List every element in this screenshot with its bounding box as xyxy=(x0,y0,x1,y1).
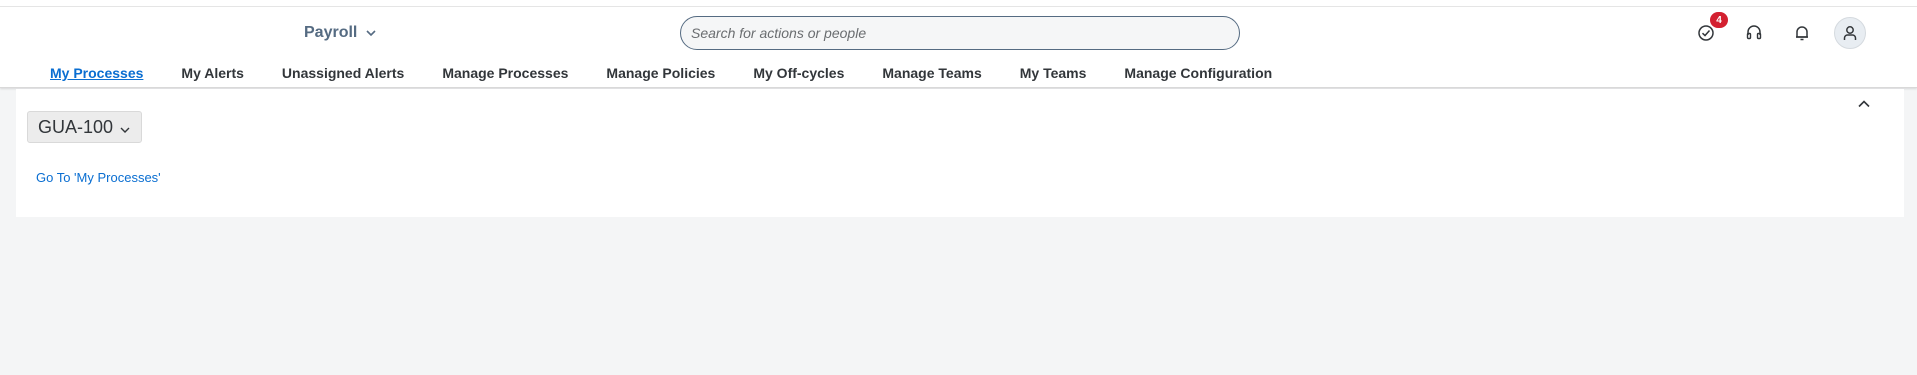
user-avatar[interactable] xyxy=(1834,17,1866,49)
tab-my-teams[interactable]: My Teams xyxy=(1020,65,1087,81)
chevron-down-icon xyxy=(366,30,376,37)
collapse-header-button[interactable] xyxy=(1852,94,1876,114)
header-divider xyxy=(0,6,1917,7)
headset-icon xyxy=(1746,25,1762,40)
tab-my-off-cycles[interactable]: My Off-cycles xyxy=(753,65,844,81)
chevron-down-icon xyxy=(120,127,130,133)
product-title: Payroll xyxy=(304,24,358,41)
product-switcher[interactable]: Payroll xyxy=(304,22,377,44)
page-header-panel: GUA-100 Go To 'My Processes' xyxy=(16,89,1904,217)
person-icon xyxy=(1843,26,1857,40)
my-tasks-button[interactable]: 4 xyxy=(1690,12,1728,49)
goto-my-processes-link[interactable]: Go To 'My Processes' xyxy=(36,170,161,185)
chevron-up-icon xyxy=(1858,100,1870,108)
tab-my-alerts[interactable]: My Alerts xyxy=(181,65,244,81)
tab-manage-processes[interactable]: Manage Processes xyxy=(442,65,568,81)
tab-manage-configuration[interactable]: Manage Configuration xyxy=(1124,65,1272,81)
notifications-button[interactable] xyxy=(1786,17,1818,49)
tab-manage-teams[interactable]: Manage Teams xyxy=(882,65,981,81)
tab-unassigned-alerts[interactable]: Unassigned Alerts xyxy=(282,65,404,81)
check-circle-icon xyxy=(1698,25,1714,41)
tasks-count-badge: 4 xyxy=(1710,12,1728,28)
variant-selector[interactable]: GUA-100 xyxy=(27,111,143,143)
bell-icon xyxy=(1796,26,1808,41)
shell-header: Payroll 4 xyxy=(0,0,1917,88)
variant-label: GUA-100 xyxy=(38,116,114,137)
navigation-tabs: My Processes My Alerts Unassigned Alerts… xyxy=(50,62,1310,84)
search-input[interactable] xyxy=(680,16,1240,50)
support-button[interactable] xyxy=(1738,17,1770,49)
tab-my-processes[interactable]: My Processes xyxy=(50,65,143,81)
tab-manage-policies[interactable]: Manage Policies xyxy=(606,65,715,81)
header-actions: 4 xyxy=(1690,12,1866,49)
